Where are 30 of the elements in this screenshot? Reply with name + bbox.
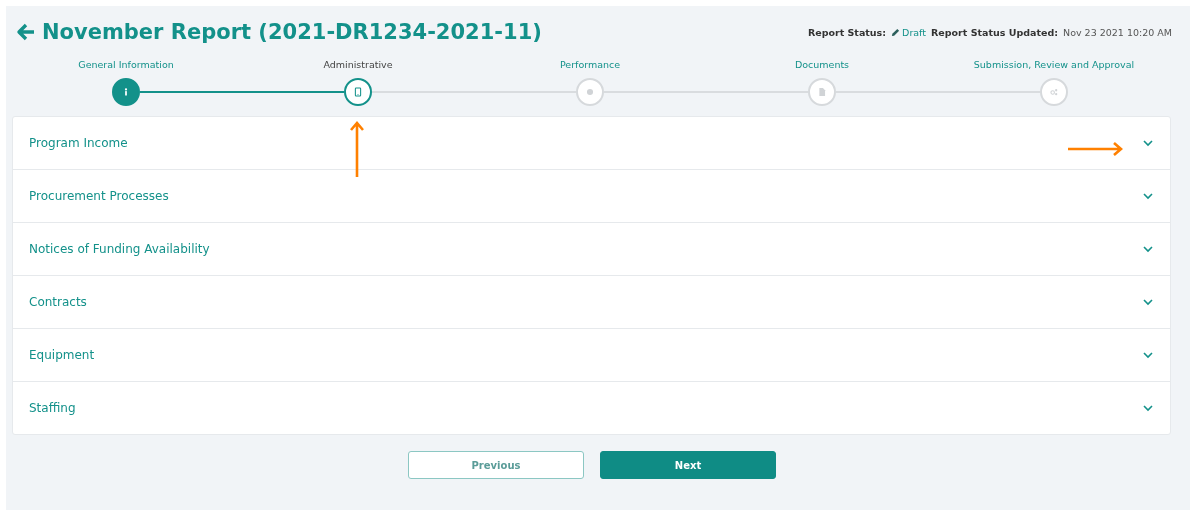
accordion-header[interactable]: Equipment [13, 328, 1170, 381]
accordion-header[interactable]: Contracts [13, 275, 1170, 328]
updated-value: Nov 23 2021 10:20 AM [1063, 26, 1172, 38]
status-value: Draft [902, 26, 927, 38]
section-title: Program Income [29, 136, 128, 150]
next-button[interactable]: Next [600, 451, 776, 479]
step-label: Administrative [323, 59, 393, 71]
section-title: Contracts [29, 295, 87, 309]
annotation-up-arrow [349, 120, 365, 178]
step-label: Submission, Review and Approval [973, 59, 1135, 71]
section-title: Procurement Processes [29, 189, 169, 203]
step-indicator[interactable] [344, 78, 372, 106]
updated-label: Report Status Updated: [931, 26, 1059, 38]
section-title: Equipment [29, 348, 95, 362]
accordion-header[interactable]: Procurement Processes [13, 169, 1170, 222]
annotation-right-arrow [1068, 141, 1124, 157]
accordion-header[interactable]: Notices of Funding Availability [13, 222, 1170, 275]
step-indicator[interactable] [112, 78, 140, 106]
accordion-header[interactable]: Program Income [13, 117, 1170, 169]
status-label: Report Status: [807, 26, 887, 38]
step-label: Documents [794, 59, 850, 71]
section-title: Staffing [29, 401, 76, 415]
pencil-icon [891, 27, 901, 37]
page-title: November Report (2021-DR1234-2021-11) [42, 20, 542, 44]
section-title: Notices of Funding Availability [29, 242, 210, 256]
accordion-header[interactable]: Staffing [13, 381, 1170, 434]
previous-button[interactable]: Previous [408, 451, 584, 479]
step-label: Performance [559, 59, 621, 71]
back-arrow-icon[interactable] [16, 23, 36, 41]
step-label: General Information [78, 59, 174, 71]
